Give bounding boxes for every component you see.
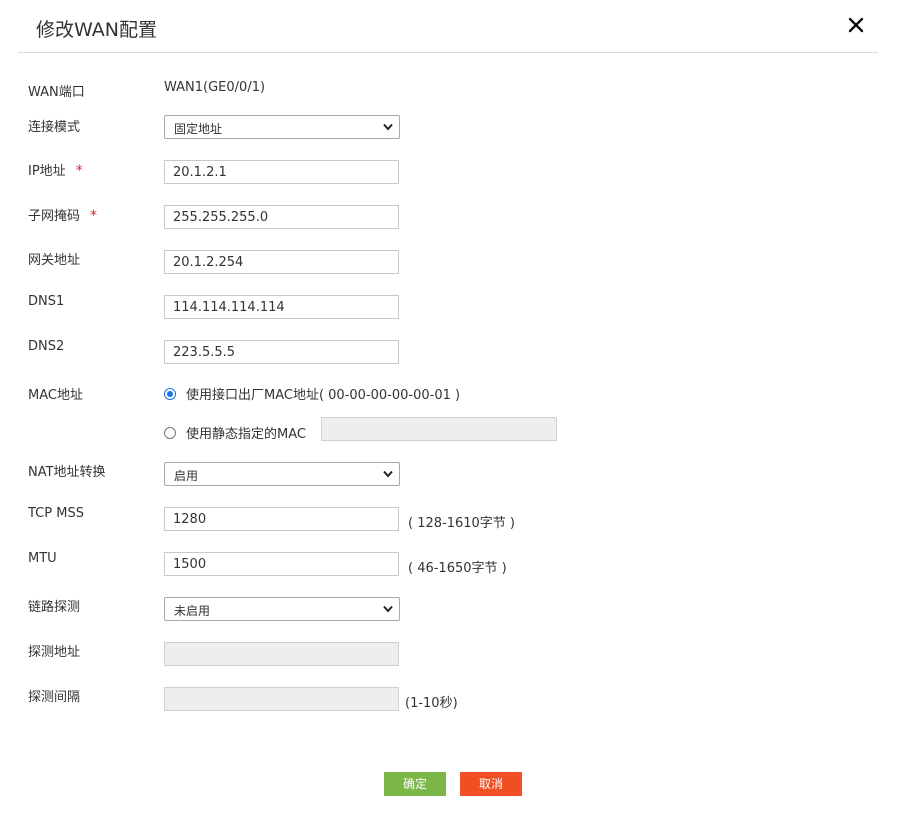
nat-selected: 启用 <box>174 469 199 483</box>
close-icon <box>848 17 864 33</box>
link-detect-selected: 未启用 <box>174 604 211 618</box>
mtu-label: MTU <box>28 551 57 566</box>
tcp-mss-hint: ( 128-1610字节 ) <box>408 516 515 531</box>
mac-option-factory[interactable]: 使用接口出厂MAC地址( 00-00-00-00-00-01 ) <box>164 384 460 403</box>
required-mark: * <box>90 208 98 224</box>
link-detect-label: 链路探测 <box>28 600 81 615</box>
mask-input[interactable] <box>164 205 399 229</box>
dialog-title: 修改WAN配置 <box>36 19 157 41</box>
ok-button[interactable]: 确定 <box>384 772 446 796</box>
tcp-mss-input[interactable] <box>164 507 399 531</box>
edit-wan-dialog: 修改WAN配置 WAN端口 WAN1(GE0/0/1) 连接模式 固定地址 IP… <box>0 0 897 826</box>
dns1-label: DNS1 <box>28 294 65 309</box>
mtu-input[interactable] <box>164 552 399 576</box>
gateway-input[interactable] <box>164 250 399 274</box>
nat-select[interactable]: 启用 <box>164 462 400 486</box>
mac-static-radio[interactable] <box>164 426 176 439</box>
chevron-down-icon <box>383 470 393 478</box>
conn-mode-label: 连接模式 <box>28 120 81 135</box>
gateway-label: 网关地址 <box>28 253 81 268</box>
dialog-header: 修改WAN配置 <box>18 0 878 53</box>
wan-port-value: WAN1(GE0/0/1) <box>164 80 266 95</box>
ip-input[interactable] <box>164 160 399 184</box>
detect-interval-label: 探测间隔 <box>28 690 81 705</box>
detect-addr-input <box>164 642 399 666</box>
chevron-down-icon <box>383 123 393 131</box>
close-button[interactable] <box>845 14 867 36</box>
ip-label: IP地址 * <box>28 160 83 179</box>
mac-factory-text: 使用接口出厂MAC地址( 00-00-00-00-00-01 ) <box>186 388 461 403</box>
dns2-input[interactable] <box>164 340 399 364</box>
tcp-mss-label: TCP MSS <box>28 506 84 521</box>
nat-label: NAT地址转换 <box>28 465 106 480</box>
mtu-hint: ( 46-1650字节 ) <box>408 561 507 576</box>
chevron-down-icon <box>383 605 393 613</box>
mac-factory-radio[interactable] <box>164 387 176 400</box>
link-detect-select[interactable]: 未启用 <box>164 597 400 621</box>
mask-label: 子网掩码 * <box>28 205 97 224</box>
mask-label-text: 子网掩码 <box>28 209 81 224</box>
detect-addr-label: 探测地址 <box>28 645 81 660</box>
dns1-input[interactable] <box>164 295 399 319</box>
detect-interval-input <box>164 687 399 711</box>
mac-option-static[interactable]: 使用静态指定的MAC <box>164 423 306 442</box>
required-mark: * <box>75 163 83 179</box>
mac-label: MAC地址 <box>28 388 83 403</box>
dns2-label: DNS2 <box>28 339 65 354</box>
mac-static-text: 使用静态指定的MAC <box>186 427 306 442</box>
ip-label-text: IP地址 <box>28 164 66 179</box>
detect-interval-hint: (1-10秒) <box>405 696 458 711</box>
static-mac-input <box>321 417 557 441</box>
conn-mode-selected: 固定地址 <box>174 122 223 136</box>
conn-mode-select[interactable]: 固定地址 <box>164 115 400 139</box>
wan-port-label: WAN端口 <box>28 85 85 100</box>
cancel-button[interactable]: 取消 <box>460 772 522 796</box>
